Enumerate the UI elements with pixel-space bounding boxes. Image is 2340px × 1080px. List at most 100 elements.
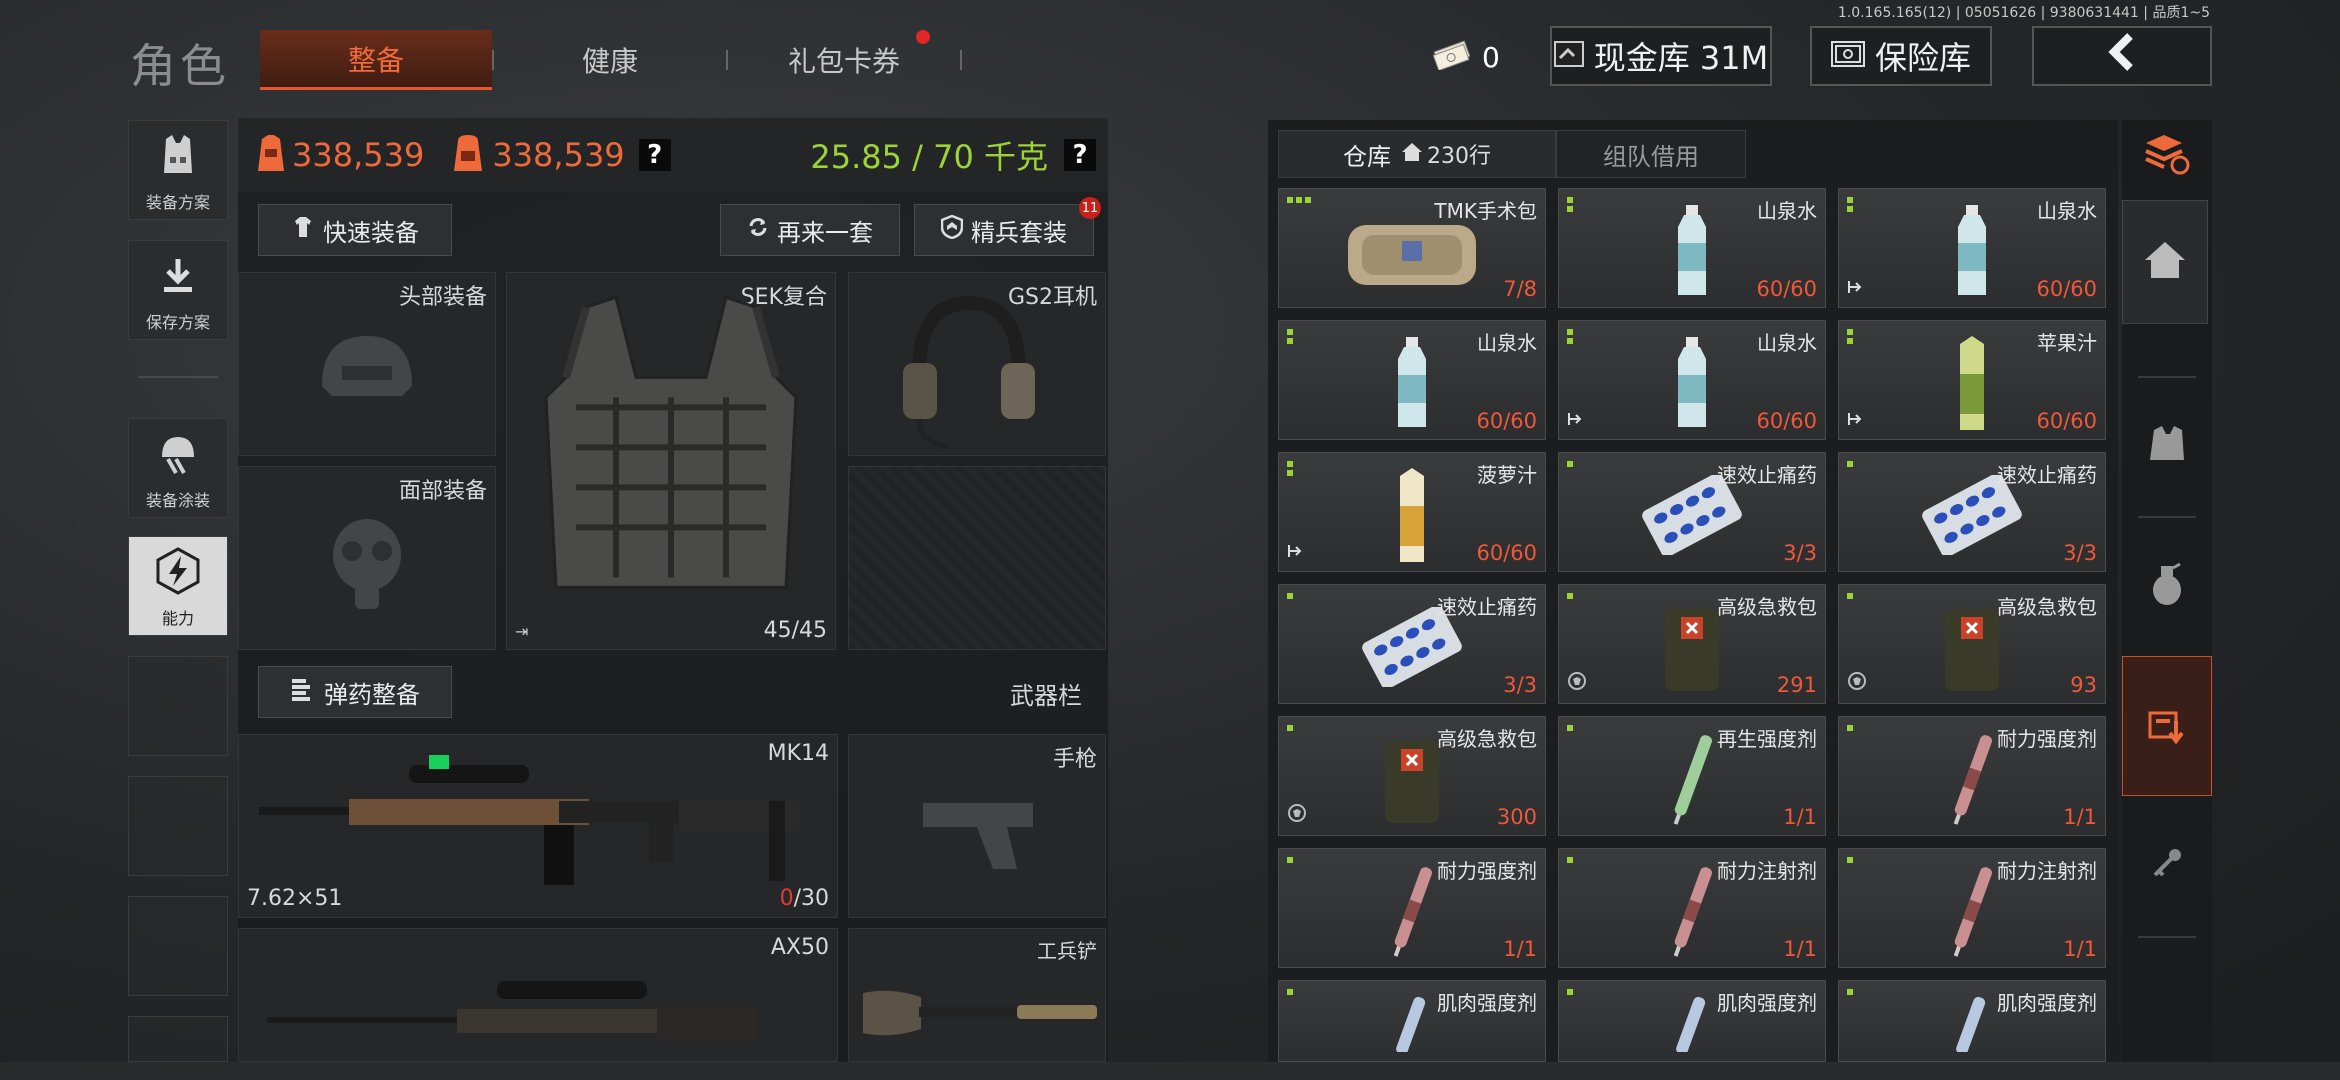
safe-library-button[interactable]: 保险库 bbox=[1810, 26, 1992, 86]
inventory-item[interactable]: 耐力强度剂 1/1 bbox=[1278, 848, 1546, 968]
inventory-item[interactable]: 山泉水 60/60 bbox=[1278, 320, 1546, 440]
rail-key-button[interactable] bbox=[2122, 810, 2212, 920]
cash-counter: 0 bbox=[1420, 34, 1514, 80]
rail-grenade-button[interactable] bbox=[2122, 530, 2212, 640]
back-button[interactable] bbox=[2032, 26, 2212, 86]
inventory-item[interactable]: 肌肉强度剂 bbox=[1838, 980, 2106, 1062]
shield-icon bbox=[940, 214, 964, 245]
pistol-icon bbox=[917, 793, 1037, 877]
notification-dot bbox=[916, 30, 930, 44]
value-help-button[interactable]: ? bbox=[638, 139, 671, 171]
inventory-item[interactable]: 耐力强度剂 1/1 bbox=[1838, 716, 2106, 836]
weight-help-button[interactable]: ? bbox=[1064, 139, 1096, 171]
inventory-item[interactable]: 再生强度剂 1/1 bbox=[1558, 716, 1826, 836]
inventory-item[interactable]: 速效止痛药 3/3 bbox=[1558, 452, 1826, 572]
item-name: 肌肉强度剂 bbox=[1437, 991, 1537, 1015]
loadout-stats: 338,539 338,539 ? 25.85 / 70 千克 ? bbox=[238, 118, 1108, 192]
inventory-item[interactable]: 耐力注射剂 1/1 bbox=[1558, 848, 1826, 968]
item-quantity: 1/1 bbox=[2063, 937, 2097, 961]
item-name: TMK手术包 bbox=[1434, 199, 1537, 223]
item-quantity: 60/60 bbox=[1756, 277, 1817, 301]
loadout-plan-button[interactable]: 装备方案 bbox=[128, 120, 228, 220]
rail-home-button[interactable] bbox=[2122, 200, 2208, 324]
melee-slot[interactable]: 工兵铲 bbox=[848, 928, 1106, 1062]
inventory-item[interactable]: 苹果汁 60/60 bbox=[1838, 320, 2106, 440]
quality-indicator bbox=[1847, 989, 1853, 995]
save-plan-button[interactable]: 保存方案 bbox=[128, 240, 228, 340]
quick-equip-button[interactable]: 快速装备 bbox=[258, 204, 452, 256]
secondary-weapon-slot[interactable]: AX50 bbox=[238, 928, 838, 1062]
inventory-item[interactable]: 肌肉强度剂 bbox=[1278, 980, 1546, 1062]
bottle-icon bbox=[1950, 203, 1994, 303]
item-quantity: 291 bbox=[1776, 673, 1817, 697]
backpack-icon bbox=[450, 133, 486, 177]
ammo-current: 0 bbox=[779, 886, 794, 911]
shield-badge-icon bbox=[1287, 803, 1307, 827]
item-quantity: 3/3 bbox=[1503, 673, 1537, 697]
again-button[interactable]: 再来一套 bbox=[720, 204, 900, 256]
item-quantity: 60/60 bbox=[2036, 277, 2097, 301]
item-name: 山泉水 bbox=[1477, 331, 1537, 355]
item-name: 速效止痛药 bbox=[1437, 595, 1537, 619]
item-quantity: 93 bbox=[2070, 673, 2097, 697]
inventory-item[interactable]: 山泉水 60/60 bbox=[1558, 320, 1826, 440]
sidebar-label: 装备涂装 bbox=[145, 491, 210, 510]
tab-health[interactable]: 健康 bbox=[494, 30, 726, 90]
inventory-item[interactable]: 山泉水 60/60 bbox=[1558, 188, 1826, 308]
syringe-blue-icon bbox=[1952, 992, 1992, 1056]
primary-weapon-slot[interactable]: MK14 7.62×51 0/30 bbox=[238, 734, 838, 918]
quality-indicator bbox=[1287, 329, 1293, 344]
tab-label: 整备 bbox=[347, 43, 404, 77]
tab-team-borrow[interactable]: 组队借用 bbox=[1556, 130, 1746, 178]
tab-equip[interactable]: 整备 bbox=[260, 30, 492, 90]
rail-vest-button[interactable] bbox=[2122, 392, 2212, 502]
item-quantity: 1/1 bbox=[1783, 937, 1817, 961]
inventory-item[interactable]: 高级急救包 300 bbox=[1278, 716, 1546, 836]
armor-slot[interactable]: SEK复合 ⇥ 45/45 bbox=[506, 272, 836, 650]
inventory-item[interactable]: 高级急救包 291 bbox=[1558, 584, 1826, 704]
inventory-item[interactable]: 速效止痛药 3/3 bbox=[1838, 452, 2106, 572]
primary-caliber: 7.62×51 bbox=[247, 886, 343, 911]
primary-ammo: 0/30 bbox=[780, 886, 829, 911]
inventory-item[interactable]: 速效止痛药 3/3 bbox=[1278, 584, 1546, 704]
bottle-icon bbox=[1670, 335, 1714, 435]
elite-kit-button[interactable]: 精兵套装 11 bbox=[914, 197, 1101, 256]
exit-icon bbox=[1847, 279, 1863, 299]
quality-indicator bbox=[1567, 197, 1573, 212]
inventory-item[interactable]: 山泉水 60/60 bbox=[1838, 188, 2106, 308]
item-name: 苹果汁 bbox=[2037, 331, 2097, 355]
bottle-icon bbox=[1670, 203, 1714, 303]
inventory-item[interactable]: TMK手术包 7/8 bbox=[1278, 188, 1546, 308]
face-slot[interactable]: 面部装备 bbox=[238, 466, 496, 650]
shield-badge-icon bbox=[1567, 671, 1587, 695]
item-name: 肌肉强度剂 bbox=[1717, 991, 1817, 1015]
quality-indicator bbox=[1287, 725, 1293, 731]
tab-warehouse[interactable]: 仓库 230行 bbox=[1278, 130, 1556, 178]
tab-label: 礼包卡券 bbox=[787, 45, 900, 78]
weight-indicator: 25.85 / 70 千克 bbox=[810, 138, 1048, 176]
item-quantity: 60/60 bbox=[2036, 409, 2097, 433]
rail-inbox-button[interactable] bbox=[2122, 656, 2212, 796]
head-slot[interactable]: 头部装备 bbox=[238, 272, 496, 456]
rail-divider bbox=[2138, 516, 2196, 518]
shield-badge-icon bbox=[1847, 671, 1867, 695]
ammo-prep-button[interactable]: 弹药整备 bbox=[258, 666, 452, 718]
inventory-item[interactable]: 高级急救包 93 bbox=[1838, 584, 2106, 704]
team-borrow-label: 组队借用 bbox=[1603, 142, 1699, 171]
bottom-strip bbox=[0, 1062, 2340, 1080]
inventory-item[interactable]: 耐力注射剂 1/1 bbox=[1838, 848, 2106, 968]
quick-equip-label: 快速装备 bbox=[323, 218, 419, 247]
secondary-weapon-name: AX50 bbox=[770, 935, 829, 960]
rail-sort-button[interactable] bbox=[2122, 100, 2212, 210]
equipment-paint-button[interactable]: 装备涂装 bbox=[128, 418, 228, 518]
cash-library-label: 现金库 31M bbox=[1593, 39, 1769, 77]
ability-button[interactable]: 能力 bbox=[128, 536, 228, 636]
inventory-item[interactable]: 肌肉强度剂 bbox=[1558, 980, 1826, 1062]
tab-gift-cards[interactable]: 礼包卡券 bbox=[728, 30, 960, 90]
headset-slot[interactable]: GS2耳机 bbox=[848, 272, 1106, 456]
pistol-slot[interactable]: 手枪 bbox=[848, 734, 1106, 918]
inventory-item[interactable]: 菠萝汁 60/60 bbox=[1278, 452, 1546, 572]
empty-accessory-slot[interactable] bbox=[848, 466, 1106, 650]
backpack-value-icon bbox=[256, 133, 286, 177]
cash-library-button[interactable]: 现金库 31M bbox=[1550, 26, 1772, 86]
